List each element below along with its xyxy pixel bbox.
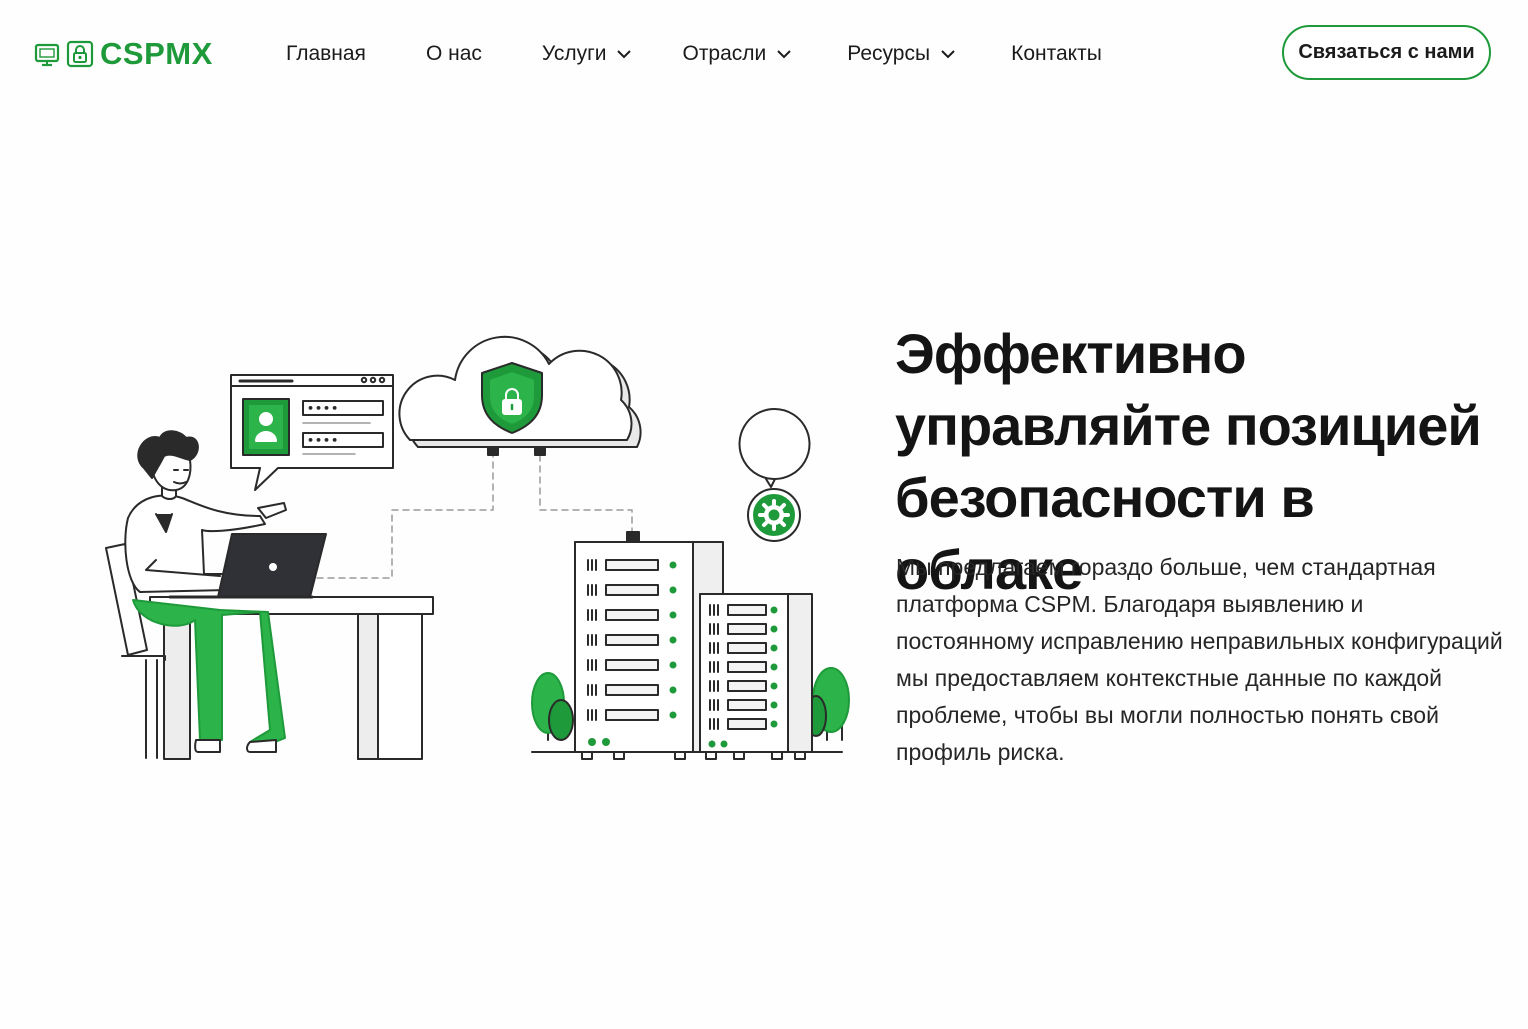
nav-item-label: О нас — [425, 42, 482, 65]
nav-item-resources[interactable]: Ресурсы — [847, 42, 956, 66]
site-header: CSPMX Главная О нас Услуги Отрасли Ресур… — [0, 0, 1528, 108]
hero-illustration: •••• •••• — [105, 335, 850, 760]
chevron-down-icon — [941, 50, 955, 59]
nav-item-label: Главная — [286, 42, 366, 65]
nav-item-label: Отрасли — [682, 42, 767, 65]
page: CSPMX Главная О нас Услуги Отрасли Ресур… — [0, 0, 1528, 1029]
monitor-icon — [34, 43, 60, 67]
gear-icon — [738, 408, 811, 542]
contact-us-button[interactable]: Связаться с нами — [1282, 25, 1491, 80]
nav-item-services[interactable]: Услуги — [542, 42, 633, 66]
nav-item-industries[interactable]: Отрасли — [682, 42, 792, 66]
nav-item-home[interactable]: Главная — [286, 42, 366, 66]
main-nav: Главная О нас Услуги Отрасли Ресурсы Кон… — [286, 38, 1102, 70]
server-icon — [531, 531, 843, 760]
logo[interactable]: CSPMX — [33, 36, 213, 72]
logo-icons — [33, 40, 94, 68]
login-window-illustration — [230, 374, 394, 491]
lock-icon — [66, 40, 94, 68]
nav-item-label: Ресурсы — [847, 42, 931, 65]
server-feet — [581, 751, 806, 760]
password-mask-1: •••• — [307, 402, 339, 415]
nav-item-about[interactable]: О нас — [426, 42, 482, 66]
nav-item-label: Контакты — [1011, 42, 1102, 65]
chevron-down-icon — [777, 50, 791, 59]
nav-item-label: Услуги — [541, 42, 607, 65]
chevron-down-icon — [617, 50, 632, 59]
hero-description: Мы предлагаем гораздо больше, чем станда… — [896, 554, 1503, 765]
logo-text: CSPMX — [100, 36, 213, 71]
nav-item-contacts[interactable]: Контакты — [1011, 42, 1102, 66]
password-mask-2: •••• — [307, 434, 339, 447]
